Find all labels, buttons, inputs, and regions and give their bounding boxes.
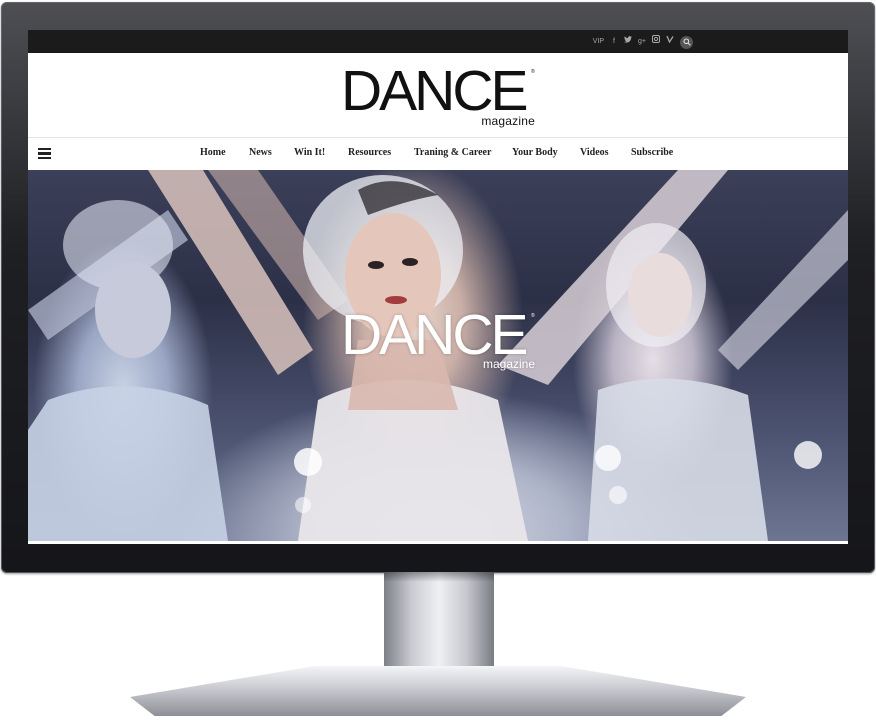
site-header: DANCE ® magazine <box>28 53 848 137</box>
nav-item-subscribe[interactable]: Subscribe <box>631 147 673 158</box>
nav-item-your-body[interactable]: Your Body <box>512 147 558 158</box>
nav-item-videos[interactable]: Videos <box>580 147 609 158</box>
twitter-icon[interactable] <box>624 35 632 49</box>
hero-bottom-edge <box>28 541 848 544</box>
instagram-icon[interactable] <box>652 35 660 49</box>
logo-word: DANCE <box>341 59 529 123</box>
nav-item-news[interactable]: News <box>249 147 272 158</box>
monitor-stand-base <box>130 666 746 716</box>
hero-logo-word: DANCE <box>341 303 529 367</box>
hero-video-banner[interactable]: DANCE ® magazine <box>28 170 848 541</box>
top-bar: VIP f g+ <box>28 30 848 53</box>
nav-item-win-it[interactable]: Win It! <box>294 147 325 158</box>
browser-screen: VIP f g+ DANCE ® magazine Home News Win … <box>28 30 848 544</box>
main-nav: Home News Win It! Resources Traning & Ca… <box>28 137 848 170</box>
vip-link[interactable]: VIP <box>593 35 604 49</box>
facebook-icon[interactable]: f <box>610 35 618 49</box>
dance-magazine-logo[interactable]: DANCE ® magazine <box>341 63 537 129</box>
google-plus-icon[interactable]: g+ <box>638 35 646 49</box>
hero-logo-subtitle: magazine <box>482 357 535 371</box>
hero-logo-overlay: DANCE ® magazine <box>341 303 537 371</box>
logo-subtitle: magazine <box>481 114 535 128</box>
search-icon[interactable] <box>680 35 693 49</box>
nav-item-resources[interactable]: Resources <box>348 147 391 158</box>
social-links: VIP f g+ <box>593 35 693 49</box>
nav-item-training-career[interactable]: Traning & Career <box>414 147 491 158</box>
logo-trademark: ® <box>531 69 535 75</box>
nav-items: Home News Win It! Resources Traning & Ca… <box>28 138 848 170</box>
nav-item-home[interactable]: Home <box>200 147 226 158</box>
hero-logo-trademark: ® <box>531 313 535 319</box>
vine-icon[interactable] <box>666 35 674 49</box>
